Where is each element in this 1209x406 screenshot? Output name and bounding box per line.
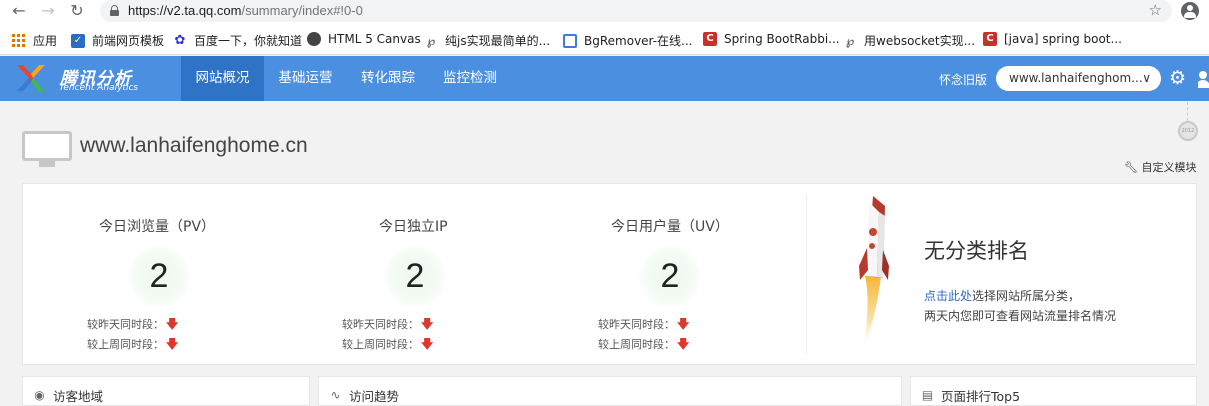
stat-title-ip: 今日独立IP: [379, 219, 448, 235]
ranking-hint-2: 两天内您即可查看网站流量排名情况: [924, 309, 1117, 323]
stat-title-uv: 今日用户量（UV）: [611, 219, 729, 235]
visitor-region-panel: ◉ 访客地域: [22, 376, 310, 406]
nav-tab-overview[interactable]: 网站概况: [181, 56, 264, 101]
badge-connector: [1187, 102, 1188, 121]
csdn-icon: C: [983, 32, 997, 46]
stat-compare-week-ip: 较上周同时段： 🡇: [342, 337, 434, 351]
stat-value-ip: 2: [405, 257, 425, 295]
down-arrow-icon: 🡇: [421, 337, 434, 351]
bookmarks-bar: 应用 ✓ 前端网页模板 ✿ 百度一下，你就知道 HTML 5 Canvas ℘ …: [0, 24, 1209, 55]
down-arrow-icon: 🡇: [166, 317, 179, 331]
baidu-paw-icon: ✿: [174, 32, 186, 48]
stat-compare-day-uv: 较昨天同时段： 🡇: [598, 317, 690, 331]
logo-subtitle: Tencent Analytics: [59, 83, 139, 93]
custom-module-link[interactable]: 🔧︎ 自定义模块: [1124, 159, 1196, 175]
stat-value-uv: 2: [660, 257, 680, 295]
app-header: 腾讯分析 Tencent Analytics 网站概况 基础运营 转化跟踪 监控…: [0, 56, 1209, 101]
bookmark-item[interactable]: ✿ 百度一下，你就知道: [173, 32, 302, 49]
bookmark-label: Spring BootRabbi...: [724, 32, 840, 46]
url-text: https://v2.ta.qq.com/summary/index#!0-0: [128, 3, 363, 18]
bookmark-star-icon[interactable]: ☆: [1149, 1, 1162, 19]
bookmark-item[interactable]: BgRemover-在线...: [563, 32, 693, 49]
old-version-link[interactable]: 怀念旧版: [939, 71, 987, 88]
stat-value-pv: 2: [149, 257, 169, 295]
bookmark-label: 用websocket实现...: [864, 34, 976, 48]
chevron-down-icon: ∨: [1142, 71, 1151, 85]
script-icon: ℘: [845, 33, 855, 48]
bookmark-item[interactable]: ℘ 用websocket实现...: [843, 32, 975, 49]
panel-title: 页面排行Top5: [941, 389, 1021, 404]
wrench-icon: 🔧︎: [1124, 161, 1138, 174]
page-ranking-panel: ▤ 页面排行Top5: [910, 376, 1197, 406]
image-icon: [563, 33, 577, 48]
down-arrow-icon: 🡇: [677, 317, 690, 331]
bookmark-item[interactable]: HTML 5 Canvas: [307, 32, 421, 46]
ranking-list-icon: ▤: [921, 388, 934, 402]
back-arrow-icon[interactable]: ←: [8, 1, 30, 23]
bookmark-item[interactable]: ✓ 前端网页模板: [71, 32, 164, 49]
site-title: www.lanhaifenghome.cn: [80, 134, 308, 157]
nav-tab-conversion[interactable]: 转化跟踪: [347, 56, 429, 101]
bookmark-item[interactable]: ℘ 纯js实现最简单的...: [424, 32, 550, 49]
anniversary-badge-icon[interactable]: 2012: [1178, 121, 1198, 141]
user-icon[interactable]: [1198, 69, 1209, 89]
trend-line-icon: ∿: [330, 388, 341, 402]
ranking-title: 无分类排名: [924, 239, 1029, 263]
template-icon: ✓: [71, 33, 85, 48]
down-arrow-icon: 🡇: [166, 337, 179, 351]
nav-tab-basic-ops[interactable]: 基础运营: [264, 56, 347, 101]
bookmark-label: 纯js实现最简单的...: [445, 34, 551, 48]
ranking-hint-1: 点击此处选择网站所属分类，: [924, 289, 1081, 303]
site-select-value: www.lanhaifenghom...: [1009, 71, 1143, 85]
divider: [806, 194, 807, 354]
rocket-icon: [859, 196, 889, 352]
profile-icon[interactable]: [1181, 2, 1199, 20]
choose-category-link[interactable]: 点击此处: [924, 289, 972, 303]
globe-icon: ◉: [34, 388, 45, 402]
lock-icon: [110, 5, 119, 16]
visit-trend-panel: ∿ 访问趋势: [318, 376, 902, 406]
custom-module-label: 自定义模块: [1141, 161, 1197, 174]
down-arrow-icon: 🡇: [677, 337, 690, 351]
reload-icon[interactable]: ↻: [66, 1, 88, 23]
tencent-analytics-logo-icon[interactable]: [14, 61, 48, 95]
script-icon: ℘: [426, 33, 436, 48]
stat-compare-week-pv: 较上周同时段： 🡇: [87, 337, 179, 351]
stat-compare-day-ip: 较昨天同时段： 🡇: [342, 317, 434, 331]
stat-title-pv: 今日浏览量（PV）: [99, 219, 216, 235]
bookmark-label: BgRemover-在线...: [584, 34, 693, 48]
stat-compare-week-uv: 较上周同时段： 🡇: [598, 337, 690, 351]
monitor-icon: [22, 131, 72, 169]
apps-grid-icon: [12, 33, 26, 48]
nav-tab-monitoring[interactable]: 监控检测: [429, 56, 511, 101]
panel-title: 访问趋势: [349, 389, 400, 404]
down-arrow-icon: 🡇: [421, 317, 434, 331]
gear-icon[interactable]: ⚙: [1169, 68, 1186, 88]
site-select-dropdown[interactable]: www.lanhaifenghom... ∨: [996, 66, 1161, 91]
bookmark-item[interactable]: C Spring BootRabbi...: [703, 32, 840, 46]
globe-icon: [307, 32, 321, 46]
csdn-icon: C: [703, 32, 717, 46]
address-bar[interactable]: https://v2.ta.qq.com/summary/index#!0-0 …: [100, 0, 1172, 22]
bookmark-label: HTML 5 Canvas: [328, 32, 421, 46]
bookmark-label: 百度一下，你就知道: [194, 34, 303, 48]
bookmark-item[interactable]: C [java] spring boot...: [983, 32, 1122, 46]
bookmark-label: 前端网页模板: [92, 34, 165, 48]
stat-compare-day-pv: 较昨天同时段： 🡇: [87, 317, 179, 331]
today-stats-card: 今日浏览量（PV） 2 较昨天同时段： 🡇 较上周同时段： 🡇 今日独立IP 2 较…: [22, 183, 1197, 365]
panel-title: 访客地域: [53, 389, 104, 404]
browser-toolbar: ← → ↻ https://v2.ta.qq.com/summary/index…: [0, 0, 1209, 24]
forward-arrow-icon[interactable]: →: [37, 1, 59, 23]
bookmark-apps[interactable]: 应用: [12, 32, 57, 49]
bookmark-label: [java] spring boot...: [1004, 32, 1122, 46]
bookmark-label: 应用: [33, 34, 58, 48]
